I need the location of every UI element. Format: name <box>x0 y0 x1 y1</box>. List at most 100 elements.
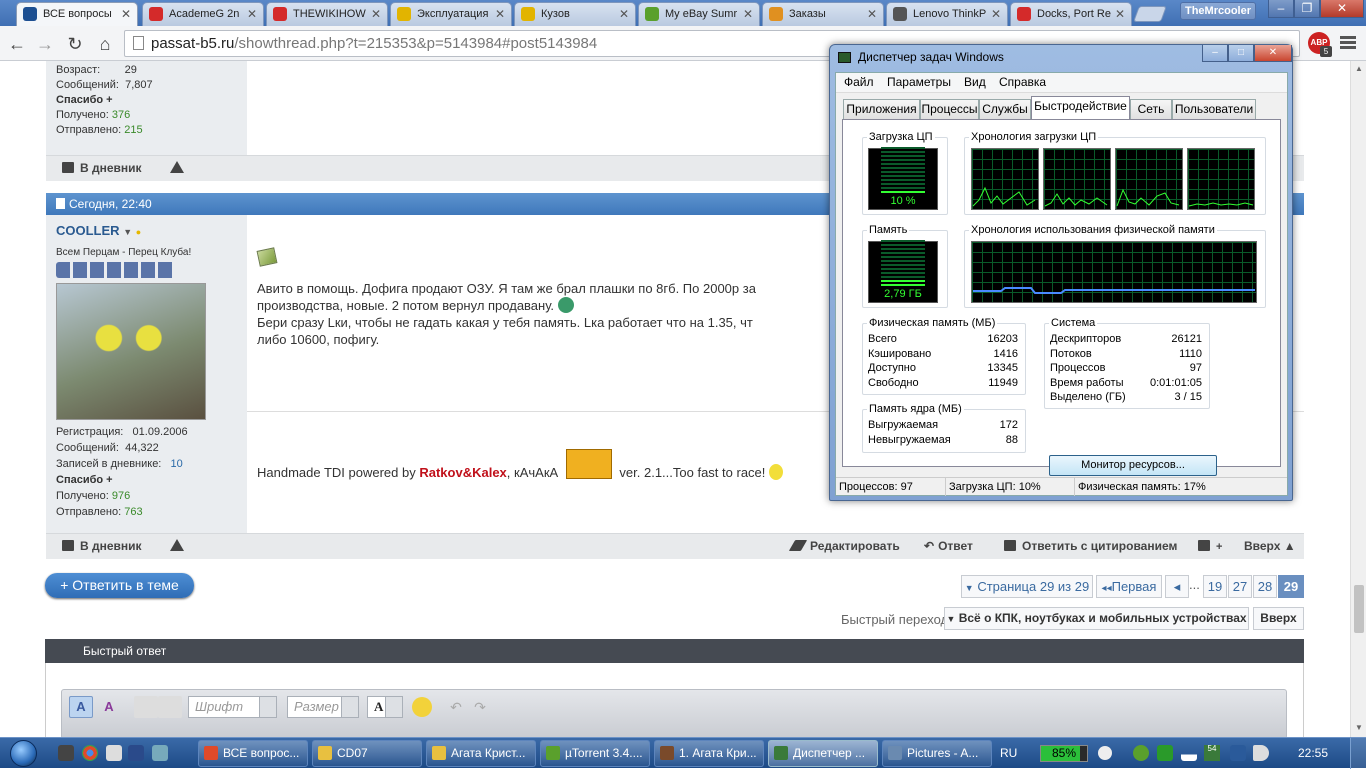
browser-tab[interactable]: Lenovo ThinkP ✕ <box>886 2 1008 26</box>
tm-tab-services[interactable]: Службы <box>979 99 1031 119</box>
undo-icon[interactable]: ↶ <box>444 696 468 718</box>
taskbar-item[interactable]: ВСЕ вопрос... <box>198 740 308 767</box>
language-indicator[interactable]: RU <box>1000 738 1017 769</box>
close-tab-icon[interactable]: ✕ <box>743 3 753 25</box>
tm-menu-help[interactable]: Справка <box>999 75 1046 89</box>
avatar[interactable] <box>56 283 206 420</box>
start-button[interactable] <box>4 738 44 769</box>
volume-icon[interactable] <box>1253 745 1269 761</box>
clock[interactable]: 22:55 <box>1298 738 1328 769</box>
browser-tab[interactable]: Заказы ✕ <box>762 2 884 26</box>
show-desktop-button[interactable] <box>1350 738 1366 769</box>
network-tray-icon[interactable] <box>1230 745 1246 761</box>
new-tab-button[interactable] <box>1133 6 1167 22</box>
tm-close-icon[interactable]: ✕ <box>1254 45 1292 62</box>
page-info-dropdown[interactable]: ▼ Страница 29 из 29 <box>961 575 1093 598</box>
text-color-select[interactable]: A <box>367 696 403 718</box>
page-link-27[interactable]: 27 <box>1228 575 1252 598</box>
redo-icon[interactable]: ↷ <box>468 696 492 718</box>
app-quicklaunch-icon[interactable] <box>128 745 144 761</box>
tm-tab-performance[interactable]: Быстродействие <box>1031 96 1130 120</box>
back-icon[interactable]: ← <box>6 33 28 55</box>
scroll-down-icon[interactable]: ▼ <box>1354 723 1364 733</box>
close-tab-icon[interactable]: ✕ <box>991 3 1001 25</box>
browser-tab[interactable]: Кузов ✕ <box>514 2 636 26</box>
sync-tray-icon[interactable] <box>1098 746 1112 760</box>
taskbar-item[interactable]: 1. Агата Кри... <box>654 740 764 767</box>
report-button[interactable] <box>170 539 184 553</box>
camera-icon[interactable] <box>58 745 74 761</box>
quote-button[interactable]: Ответить с цитированием <box>1004 539 1177 553</box>
size-select[interactable]: Размер <box>287 696 359 718</box>
home-icon[interactable]: ⌂ <box>94 33 116 55</box>
close-window-icon[interactable]: ✕ <box>1320 0 1364 18</box>
page-link-19[interactable]: 19 <box>1203 575 1227 598</box>
taskbar-item[interactable]: µTorrent 3.4.... <box>540 740 650 767</box>
close-tab-icon[interactable]: ✕ <box>371 3 381 25</box>
username-link[interactable]: COOLLER ▼ ● <box>56 223 141 238</box>
green-tray-icon[interactable] <box>1157 745 1173 761</box>
page-link-28[interactable]: 28 <box>1253 575 1277 598</box>
taskbar-item[interactable]: Диспетчер ... <box>768 740 878 767</box>
browser-tab[interactable]: AcademeG 2n ✕ <box>142 2 264 26</box>
browser-tab[interactable]: My eBay Sumr ✕ <box>638 2 760 26</box>
first-page-link[interactable]: ◂◂Первая <box>1096 575 1162 598</box>
browser-tab[interactable]: THEWIKIHOW ✕ <box>266 2 388 26</box>
resource-monitor-button[interactable]: Монитор ресурсов... <box>1049 455 1217 476</box>
quick-nav-top-button[interactable]: Вверх <box>1253 607 1304 630</box>
close-tab-icon[interactable]: ✕ <box>867 3 877 25</box>
profile-button[interactable]: TheMrcooler <box>1180 2 1256 20</box>
prev-page-link[interactable]: ◂ <box>1165 575 1189 598</box>
tm-tab-applications[interactable]: Приложения <box>843 99 920 119</box>
taskbar-item[interactable]: Pictures - A... <box>882 740 992 767</box>
page-scrollbar[interactable]: ▲ ▼ <box>1350 61 1366 737</box>
close-tab-icon[interactable]: ✕ <box>619 3 629 25</box>
reload-icon[interactable]: ↻ <box>64 33 86 55</box>
paste-icon[interactable] <box>134 696 158 718</box>
cpu-temp-badge[interactable]: 54 <box>1204 745 1220 761</box>
taskbar-item[interactable]: Агата Крист... <box>426 740 536 767</box>
quick-nav-select[interactable]: ▼ Всё о КПК, ноутбуках и мобильных устро… <box>944 607 1249 630</box>
tm-tab-processes[interactable]: Процессы <box>920 99 979 119</box>
edit-button[interactable]: Редактировать <box>788 539 900 553</box>
browser-tab[interactable]: ВСЕ вопросы ✕ <box>16 2 138 26</box>
tm-maximize-icon[interactable]: □ <box>1228 45 1254 62</box>
diary-button[interactable]: В дневник <box>62 539 142 553</box>
minimize-icon[interactable]: – <box>1268 0 1294 18</box>
scroll-up-icon[interactable]: ▲ <box>1354 64 1364 74</box>
chrome-quicklaunch-icon[interactable] <box>82 745 98 761</box>
top-button[interactable]: Вверх ▲ <box>1244 539 1296 553</box>
tm-menu-options[interactable]: Параметры <box>887 75 951 89</box>
wysiwyg-toggle-icon[interactable]: A <box>69 696 93 718</box>
browser-tab[interactable]: Эксплуатация ✕ <box>390 2 512 26</box>
close-tab-icon[interactable]: ✕ <box>247 3 257 25</box>
show-desktop-icon[interactable] <box>152 745 168 761</box>
reply-thread-button[interactable]: + Ответить в теме <box>45 573 194 598</box>
forward-icon[interactable]: → <box>34 33 56 55</box>
tm-menu-view[interactable]: Вид <box>964 75 986 89</box>
calculator-icon[interactable] <box>106 745 122 761</box>
tm-tab-users[interactable]: Пользователи <box>1172 99 1256 119</box>
taskbar-item[interactable]: CD07 <box>312 740 422 767</box>
tm-menu-file[interactable]: Файл <box>844 75 874 89</box>
font-select[interactable]: Шрифт <box>188 696 277 718</box>
browser-menu-icon[interactable] <box>1340 34 1356 52</box>
restore-icon[interactable]: ❐ <box>1294 0 1320 18</box>
tm-minimize-icon[interactable]: – <box>1202 45 1228 62</box>
close-tab-icon[interactable]: ✕ <box>495 3 505 25</box>
report-button[interactable] <box>170 161 184 175</box>
browser-tab[interactable]: Docks, Port Re ✕ <box>1010 2 1132 26</box>
scroll-thumb[interactable] <box>1354 585 1364 633</box>
multiquote-button[interactable]: + <box>1198 539 1222 553</box>
close-tab-icon[interactable]: ✕ <box>121 3 131 25</box>
reply-button[interactable]: ↶ Ответ <box>924 539 973 553</box>
close-tab-icon[interactable]: ✕ <box>1115 3 1125 25</box>
smiley-icon[interactable] <box>412 697 432 717</box>
utorrent-tray-icon[interactable] <box>1133 745 1149 761</box>
diary-button[interactable]: В дневник <box>62 161 142 175</box>
tm-tab-network[interactable]: Сеть <box>1130 99 1172 119</box>
remove-format-icon[interactable]: A <box>97 696 121 718</box>
paste-text-icon[interactable] <box>158 696 182 718</box>
battery-meter[interactable]: 85% <box>1040 745 1088 762</box>
signal-tray-icon[interactable] <box>1181 745 1197 761</box>
